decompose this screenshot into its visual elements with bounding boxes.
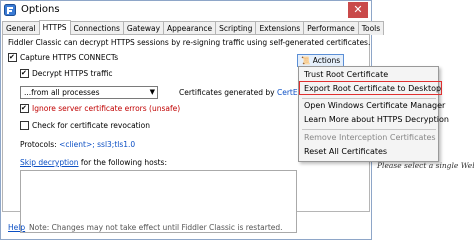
capture-connects-row[interactable]: Capture HTTPS CONNECTs <box>8 52 119 63</box>
fiddler-app-icon <box>4 4 16 16</box>
skip-decryption-suffix: for the following hosts: <box>80 158 167 167</box>
tab-gateway[interactable]: Gateway <box>122 21 165 35</box>
menu-item-reset-certs[interactable]: Reset All Certificates <box>304 147 387 156</box>
certificate-icon: 📜 <box>301 56 311 65</box>
actions-button-label: Actions <box>312 56 341 65</box>
check-revocation-checkbox[interactable] <box>20 120 29 130</box>
process-filter-dropdown[interactable]: ...from all processes ▼ <box>20 86 158 99</box>
tab-extensions[interactable]: Extensions <box>255 21 305 35</box>
close-button[interactable]: ✕ <box>348 2 368 18</box>
tab-performance[interactable]: Performance <box>303 21 359 35</box>
highlight-annotation-box <box>299 81 442 95</box>
tab-strip: General HTTPS Connections Gateway Appear… <box>2 20 385 35</box>
menu-item-learn-more[interactable]: Learn More about HTTPS Decryption <box>304 115 449 124</box>
tab-general[interactable]: General <box>2 21 40 35</box>
menu-item-remove-certs: Remove Interception Certificates <box>304 133 436 142</box>
capture-connects-checkbox[interactable] <box>8 52 17 62</box>
protocols-label: Protocols: <box>20 140 57 149</box>
decrypt-traffic-label: Decrypt HTTPS traffic <box>32 69 113 78</box>
process-filter-value: ...from all processes <box>24 88 100 97</box>
menu-item-open-cert-manager[interactable]: Open Windows Certificate Manager <box>304 101 445 110</box>
generated-by-label: Certificates generated by <box>179 88 275 97</box>
menu-item-trust-root[interactable]: Trust Root Certificate <box>304 70 388 79</box>
protocols-row: Protocols: <client>; ssl3;tls1.0 <box>20 140 135 149</box>
skip-decryption-link[interactable]: Skip decryption <box>20 158 78 167</box>
generated-by-row: Certificates generated by CertEnroll <box>179 88 314 97</box>
intro-text: Fiddler Classic can decrypt HTTPS sessio… <box>8 38 371 47</box>
background-note-text: Please select a single Web <box>377 161 474 170</box>
decrypt-traffic-row[interactable]: Decrypt HTTPS traffic <box>20 68 113 79</box>
chevron-down-icon: ▼ <box>149 88 155 96</box>
capture-connects-label: Capture HTTPS CONNECTs <box>20 53 119 62</box>
skip-decryption-row: Skip decryption for the following hosts: <box>20 158 167 167</box>
menu-separator <box>302 129 436 130</box>
tab-tools[interactable]: Tools <box>357 21 385 35</box>
ignore-errors-checkbox[interactable] <box>20 103 29 113</box>
title-bar: Options ✕ <box>1 1 371 20</box>
tab-appearance[interactable]: Appearance <box>163 21 217 35</box>
tab-https[interactable]: HTTPS <box>38 20 71 35</box>
check-revocation-label: Check for certificate revocation <box>32 121 151 130</box>
decrypt-traffic-checkbox[interactable] <box>20 68 29 78</box>
tab-scripting[interactable]: Scripting <box>215 21 257 35</box>
ignore-errors-label: Ignore server certificate errors (unsafe… <box>32 104 181 113</box>
check-revocation-row[interactable]: Check for certificate revocation <box>20 120 151 131</box>
restart-note: Note: Changes may not take effect until … <box>29 223 283 232</box>
window-title: Options <box>21 4 60 15</box>
dialog-footer: Help Note: Changes may not take effect u… <box>1 220 371 238</box>
protocols-link[interactable]: <client>; ssl3;tls1.0 <box>59 140 135 149</box>
help-link[interactable]: Help <box>8 223 25 232</box>
tab-connections[interactable]: Connections <box>69 21 124 35</box>
menu-separator <box>302 98 436 99</box>
ignore-errors-row[interactable]: Ignore server certificate errors (unsafe… <box>20 103 181 114</box>
